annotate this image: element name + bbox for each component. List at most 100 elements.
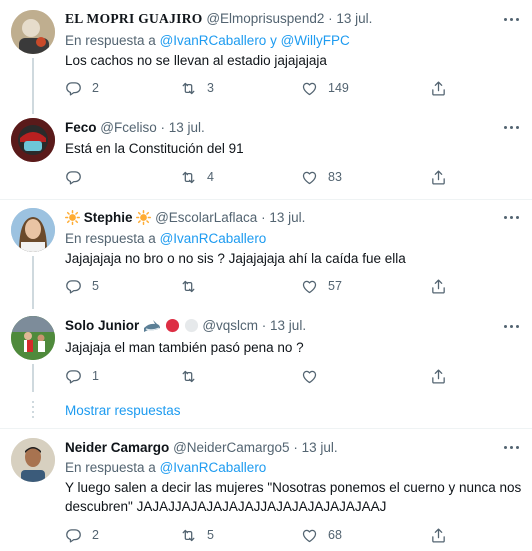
like-button[interactable]: 68: [301, 525, 342, 545]
mention-link[interactable]: @WillyFPC: [281, 33, 350, 48]
reply-button[interactable]: [65, 167, 92, 187]
share-icon: [430, 80, 447, 97]
reply-icon: [65, 80, 82, 97]
more-icon[interactable]: [504, 442, 522, 454]
thread-dots: [32, 401, 34, 421]
like-count: 83: [328, 170, 342, 184]
shark-emoji-icon: [144, 320, 161, 332]
heart-icon: [301, 368, 318, 385]
reply-button[interactable]: 5: [65, 276, 99, 296]
tweet-actions: 2 5 68: [65, 525, 505, 545]
retweet-icon: [180, 527, 197, 544]
more-icon[interactable]: [504, 321, 522, 333]
avatar[interactable]: [11, 118, 55, 162]
tweet-date[interactable]: · 13 jul.: [161, 120, 205, 135]
tweet-actions: 5 57: [65, 276, 505, 296]
retweet-icon: [180, 368, 197, 385]
avatar[interactable]: [11, 438, 55, 482]
reply-context: En respuesta a @IvanRCaballero: [65, 231, 266, 246]
retweet-icon: [180, 169, 197, 186]
red-circle-icon: [165, 318, 179, 333]
mention-link[interactable]: @IvanRCaballero: [160, 460, 267, 475]
user-handle[interactable]: @vqslcm: [202, 318, 258, 333]
more-icon[interactable]: [504, 14, 522, 26]
heart-icon: [301, 80, 318, 97]
tweet-actions: 1: [65, 366, 505, 386]
tweet-date[interactable]: · 13 jul.: [328, 11, 372, 26]
reply-prefix: En respuesta a: [65, 460, 160, 475]
share-button[interactable]: [430, 525, 447, 545]
share-icon: [430, 278, 447, 295]
like-count: 149: [328, 81, 349, 95]
reply-prefix: En respuesta a: [65, 33, 160, 48]
retweet-count: 5: [207, 528, 214, 542]
share-button[interactable]: [430, 366, 447, 386]
heart-icon: [301, 278, 318, 295]
tweet-text: Jajajaja el man también pasó pena no ?: [65, 340, 304, 355]
display-name[interactable]: EL MOPRI GUAJIRO: [65, 11, 203, 26]
display-name[interactable]: Stephie: [84, 210, 133, 225]
reply-context: En respuesta a @IvanRCaballero: [65, 460, 266, 475]
reply-button[interactable]: 1: [65, 366, 99, 386]
like-button[interactable]: 149: [301, 78, 349, 98]
like-button[interactable]: 83: [301, 167, 342, 187]
retweet-count: 4: [207, 170, 214, 184]
heart-icon: [301, 169, 318, 186]
sun-emoji-icon: [65, 210, 80, 225]
user-handle[interactable]: @Elmoprisuspend2: [206, 11, 324, 26]
retweet-button[interactable]: 3: [180, 78, 214, 98]
tweet-date[interactable]: · 13 jul.: [261, 210, 305, 225]
reply-button[interactable]: 2: [65, 525, 99, 545]
avatar[interactable]: [11, 208, 55, 252]
reply-join: y: [266, 33, 281, 48]
thread-line: [32, 364, 34, 392]
share-button[interactable]: [430, 78, 447, 98]
like-count: 68: [328, 528, 342, 542]
reply-icon: [65, 527, 82, 544]
tweet-header: Stephie @EscolarLaflaca · 13 jul.: [65, 210, 305, 225]
more-icon[interactable]: [504, 122, 522, 134]
like-button[interactable]: 57: [301, 276, 342, 296]
mention-link[interactable]: @IvanRCaballero: [160, 33, 267, 48]
tweet-text: Está en la Constitución del 91: [65, 141, 244, 156]
retweet-icon: [180, 80, 197, 97]
tweet-actions: 4 83: [65, 167, 505, 187]
share-button[interactable]: [430, 167, 447, 187]
heart-icon: [301, 527, 318, 544]
share-button[interactable]: [430, 276, 447, 296]
retweet-icon: [180, 278, 197, 295]
user-handle[interactable]: @NeiderCamargo5: [173, 440, 290, 455]
like-button[interactable]: [301, 366, 328, 386]
show-replies-link[interactable]: Mostrar respuestas: [65, 403, 181, 418]
like-count: 57: [328, 279, 342, 293]
retweet-button[interactable]: [180, 366, 207, 386]
avatar[interactable]: [11, 10, 55, 54]
reply-prefix: En respuesta a: [65, 231, 160, 246]
white-circle-icon: [184, 318, 198, 333]
tweet-text: Los cachos no se llevan al estadio jajaj…: [65, 53, 327, 68]
thread-line: [32, 256, 34, 309]
avatar[interactable]: [11, 316, 55, 360]
reply-button[interactable]: 2: [65, 78, 99, 98]
tweet-date[interactable]: · 13 jul.: [262, 318, 306, 333]
share-icon: [430, 169, 447, 186]
more-icon[interactable]: [504, 212, 522, 224]
reply-count: 2: [92, 528, 99, 542]
divider: [0, 199, 532, 200]
display-name[interactable]: Solo Junior: [65, 318, 139, 333]
mention-link[interactable]: @IvanRCaballero: [160, 231, 267, 246]
tweet-date[interactable]: · 13 jul.: [293, 440, 337, 455]
thread-line: [32, 58, 34, 114]
user-handle[interactable]: @Fceliso: [100, 120, 156, 135]
display-name[interactable]: Neider Camargo: [65, 440, 169, 455]
retweet-button[interactable]: 5: [180, 525, 214, 545]
display-name[interactable]: Feco: [65, 120, 97, 135]
reply-icon: [65, 368, 82, 385]
retweet-button[interactable]: 4: [180, 167, 214, 187]
tweet-actions: 2 3 149: [65, 78, 505, 98]
tweet-header: EL MOPRI GUAJIRO @Elmoprisuspend2 · 13 j…: [65, 11, 372, 27]
user-handle[interactable]: @EscolarLaflaca: [155, 210, 257, 225]
retweet-button[interactable]: [180, 276, 207, 296]
reply-icon: [65, 169, 82, 186]
tweet-header: Solo Junior @vqslcm · 13 jul.: [65, 318, 306, 333]
